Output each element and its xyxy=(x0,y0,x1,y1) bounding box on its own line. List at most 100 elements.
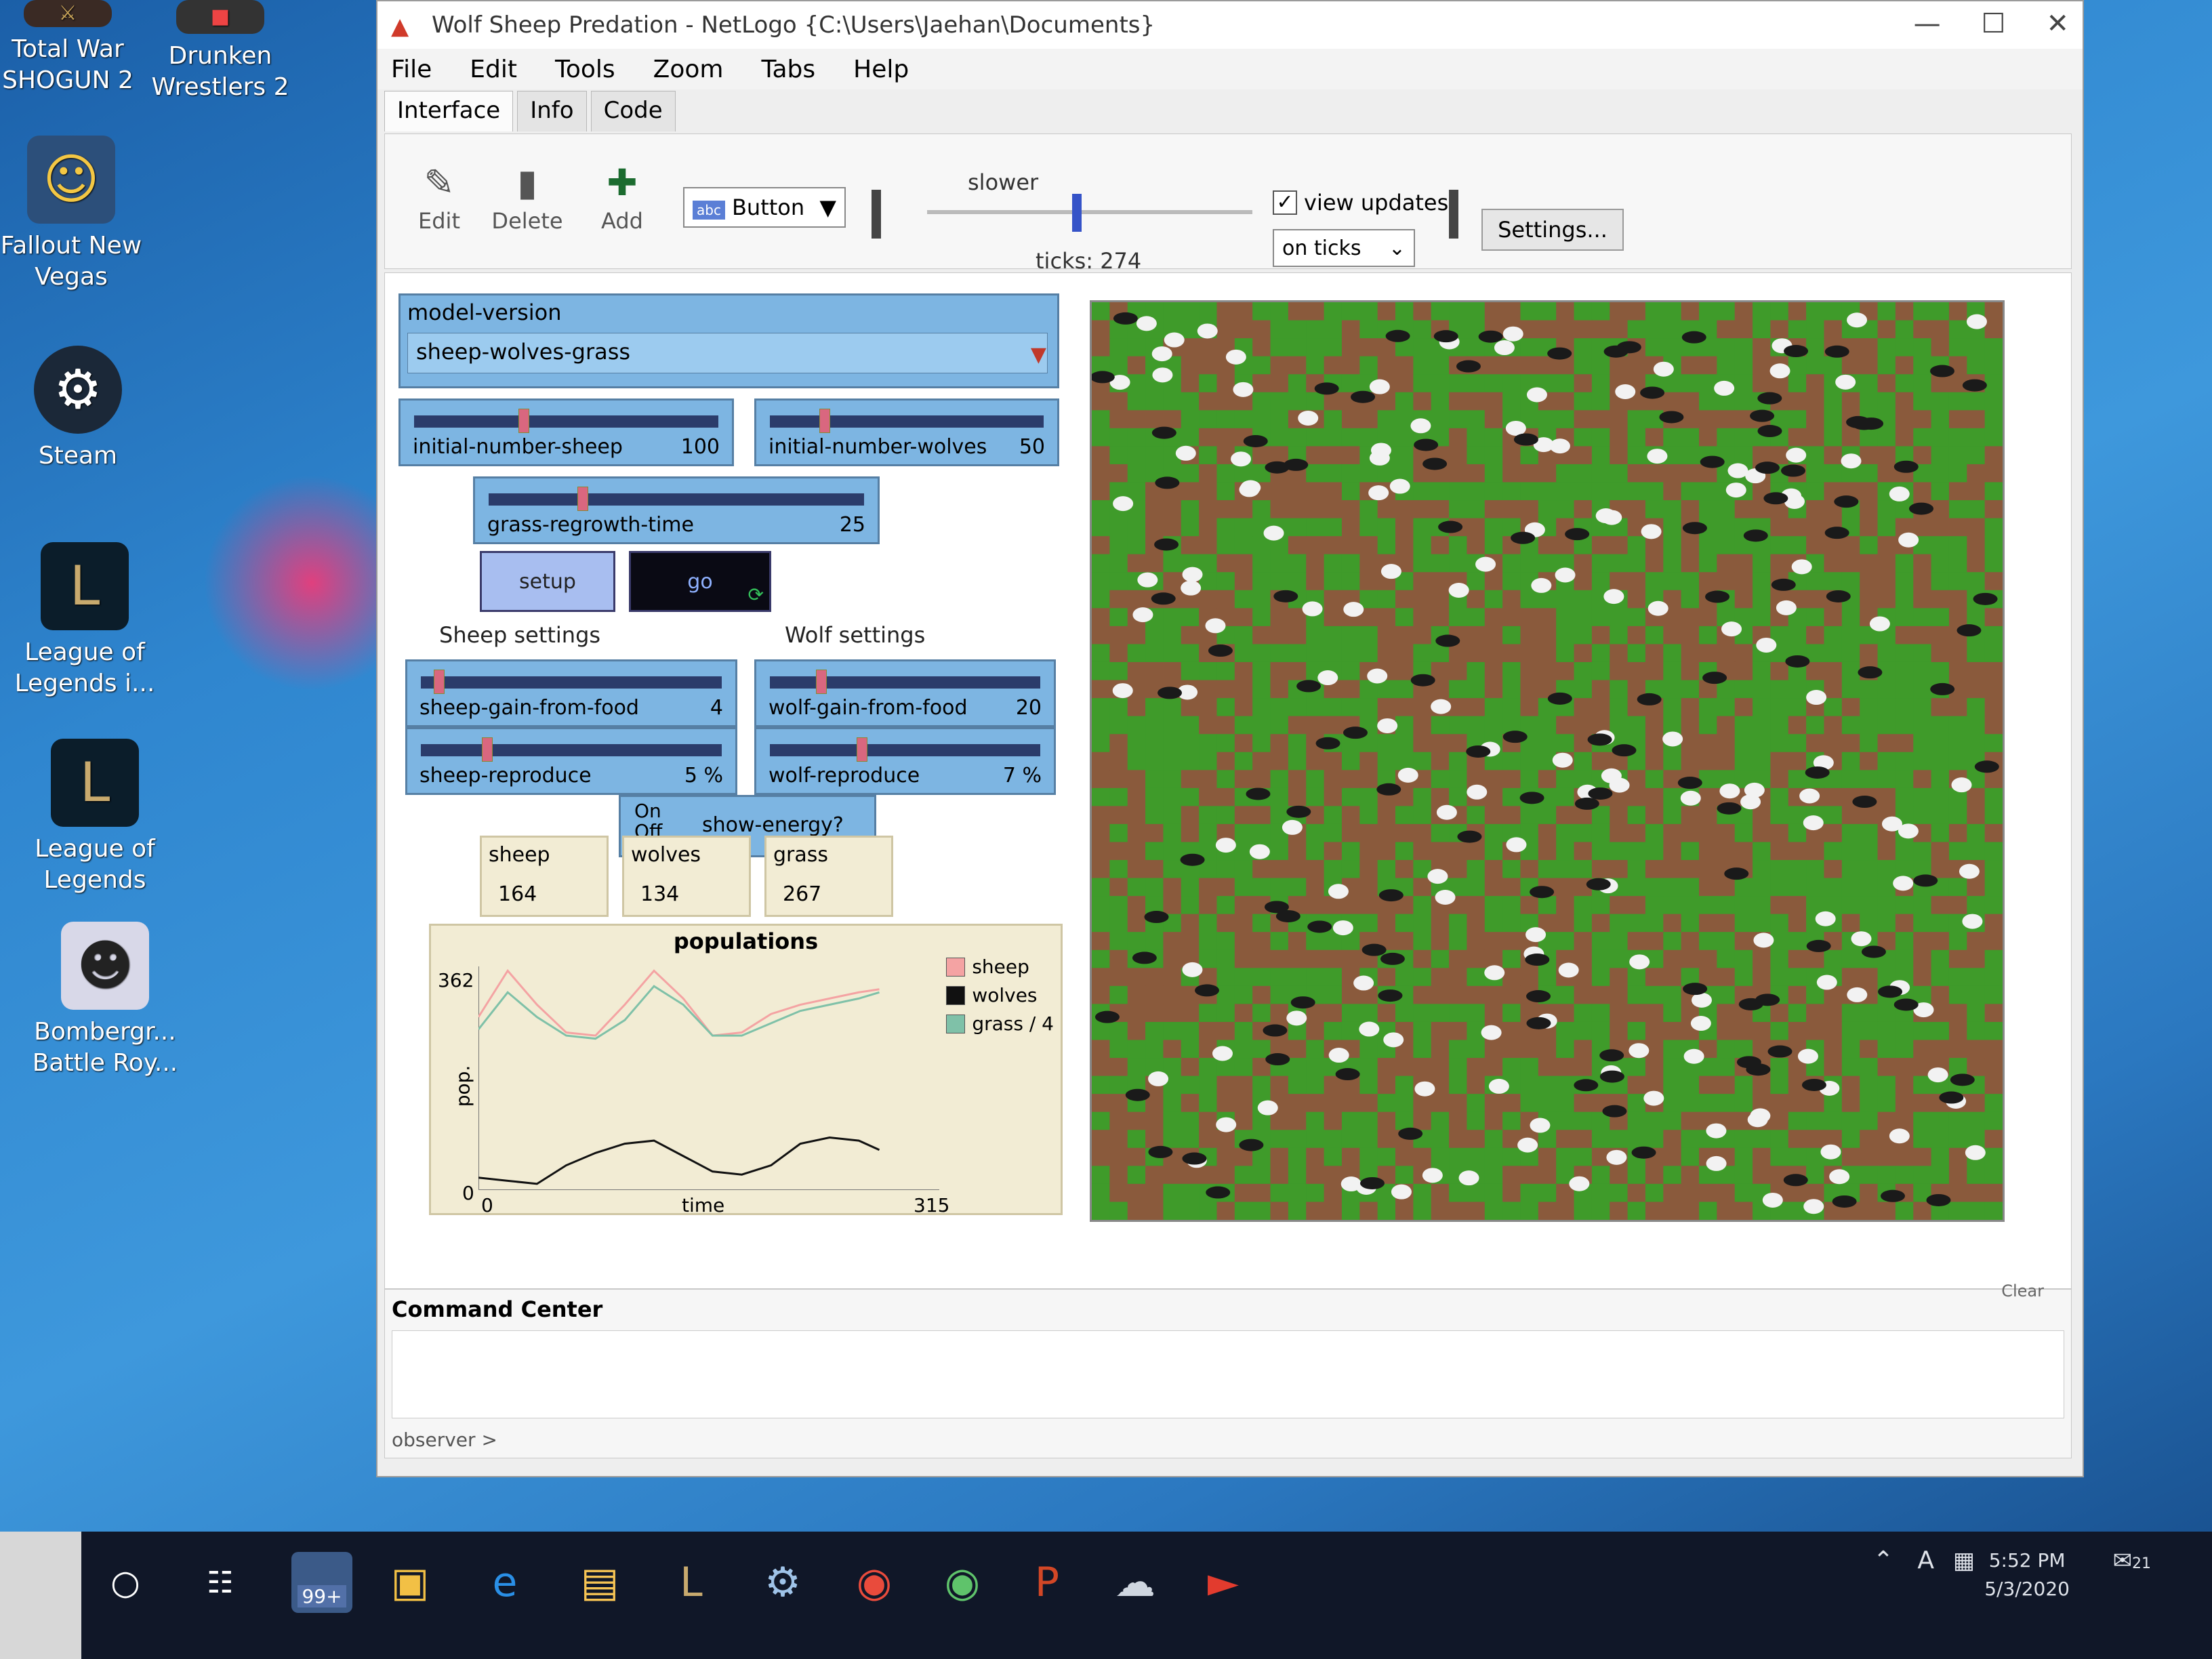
desktop-icon-steam[interactable]: ⚙ Steam xyxy=(0,346,166,472)
menu-tabs[interactable]: Tabs xyxy=(754,53,822,86)
ime-icon[interactable]: ▦ xyxy=(1953,1547,1975,1575)
sheep-agent xyxy=(1298,411,1319,426)
slider-thumb[interactable] xyxy=(518,409,529,433)
trash-icon: ▮ xyxy=(517,161,537,204)
legend-label: sheep xyxy=(972,956,1029,978)
slider-sheep-reproduce[interactable]: sheep-reproduce 5 % xyxy=(405,727,737,795)
notification-icon[interactable]: ✉21 xyxy=(2113,1547,2152,1578)
tray-overflow-icon[interactable]: ⌃ xyxy=(1873,1547,1893,1575)
minimize-icon[interactable]: — xyxy=(1914,8,1941,39)
tab-interface[interactable]: Interface xyxy=(384,91,514,131)
slider-thumb[interactable] xyxy=(481,737,493,762)
slider-track xyxy=(770,676,1040,689)
monitor-label: wolves xyxy=(631,843,701,867)
sheep-agent xyxy=(1475,556,1496,572)
maximize-icon[interactable]: ☐ xyxy=(1982,8,2006,39)
chrome-icon[interactable]: ◉ xyxy=(844,1552,905,1613)
slider-thumb[interactable] xyxy=(856,737,867,762)
delete-button[interactable]: ▮ Delete xyxy=(487,161,568,234)
wolf-agent xyxy=(1677,777,1702,790)
edge-icon[interactable]: e xyxy=(474,1552,535,1613)
clear-button[interactable]: Clear xyxy=(2001,1282,2044,1300)
menu-file[interactable]: File xyxy=(384,53,438,86)
world-view[interactable] xyxy=(1090,300,2005,1222)
widget-type-select[interactable]: abc Button ▼ xyxy=(683,187,846,228)
tray-language[interactable]: A xyxy=(1917,1547,1934,1575)
slider-name: wolf-gain-from-food xyxy=(769,696,968,720)
network-app-icon[interactable]: ☁ xyxy=(1105,1552,1166,1613)
tab-code[interactable]: Code xyxy=(590,91,676,131)
mail-badge: 99+ xyxy=(298,1584,346,1607)
league-icon: L xyxy=(41,542,129,630)
title-bar[interactable]: ▲ Wolf Sheep Predation - NetLogo {C:\Use… xyxy=(377,1,2083,49)
menu-help[interactable]: Help xyxy=(846,53,916,86)
slider-wolf-gain-from-food[interactable]: wolf-gain-from-food 20 xyxy=(754,659,1056,727)
wolf-agent xyxy=(1640,386,1665,399)
sheep-agent xyxy=(1205,618,1226,634)
speed-slider-track[interactable] xyxy=(927,210,1252,214)
view-updates-checkbox[interactable]: ✓ view updates xyxy=(1273,190,1448,216)
desktop-icon-league-installer[interactable]: L League of Legends i... xyxy=(0,542,173,699)
slider-grass-regrowth-time[interactable]: grass-regrowth-time 25 xyxy=(473,476,880,544)
search-icon[interactable]: ○ xyxy=(95,1552,156,1613)
toolbar-separator xyxy=(872,190,881,239)
netlogo-taskbar-icon[interactable]: ► xyxy=(1193,1552,1254,1613)
wolf-agent xyxy=(1858,666,1883,679)
slider-thumb[interactable] xyxy=(577,487,588,511)
menu-zoom[interactable]: Zoom xyxy=(647,53,731,86)
wolf-agent xyxy=(1574,797,1599,810)
start-button[interactable] xyxy=(0,1532,81,1659)
slider-thumb[interactable] xyxy=(433,670,445,694)
desktop-icon-league[interactable]: L League of Legends xyxy=(7,739,183,896)
tab-info[interactable]: Info xyxy=(517,91,587,131)
sheep-agent xyxy=(1629,1043,1650,1059)
sheep-agent xyxy=(1215,838,1236,853)
menu-edit[interactable]: Edit xyxy=(463,53,524,86)
wolf-agent xyxy=(1343,726,1368,739)
slider-initial-number-sheep[interactable]: initial-number-sheep 100 xyxy=(398,398,734,466)
desktop-icon-fallout[interactable]: ☺ Fallout New Vegas xyxy=(0,136,159,293)
wolf-agent xyxy=(1824,345,1849,358)
model-version-chooser[interactable]: model-version sheep-wolves-grass ▼ xyxy=(398,293,1059,388)
observer-prompt[interactable]: observer > xyxy=(392,1429,497,1451)
sheep-agent xyxy=(1725,483,1746,498)
slider-initial-number-wolves[interactable]: initial-number-wolves 50 xyxy=(754,398,1059,466)
settings-button[interactable]: Settings... xyxy=(1481,209,1624,251)
task-view-icon[interactable]: ☷ xyxy=(190,1552,251,1613)
sheep-agent xyxy=(1881,816,1902,832)
desktop-icon-bombergrounds[interactable]: ☻ Bombergr... Battle Roy... xyxy=(17,922,193,1079)
slider-sheep-gain-from-food[interactable]: sheep-gain-from-food 4 xyxy=(405,659,737,727)
slider-wolf-reproduce[interactable]: wolf-reproduce 7 % xyxy=(754,727,1056,795)
mail-icon[interactable]: 99+ xyxy=(291,1552,352,1613)
sheep-agent xyxy=(1391,1184,1412,1200)
world-canvas[interactable] xyxy=(1092,302,2003,1220)
update-mode-select[interactable]: on ticks ⌄ xyxy=(1273,229,1415,267)
add-button[interactable]: ✚ Add xyxy=(581,161,663,234)
league-taskbar-icon[interactable]: L xyxy=(661,1552,722,1613)
wolf-agent xyxy=(1466,745,1491,758)
sheep-agent xyxy=(1436,804,1457,820)
sheep-agent xyxy=(1706,1155,1727,1171)
clock[interactable]: 5:52 PM 5/3/2020 xyxy=(1984,1547,2070,1603)
edit-button[interactable]: ✎ Edit xyxy=(398,161,480,234)
go-button[interactable]: go ⟳ xyxy=(629,551,771,612)
slider-thumb[interactable] xyxy=(815,670,827,694)
sheep-agent xyxy=(1595,508,1616,524)
menu-tools[interactable]: Tools xyxy=(548,53,622,86)
slider-thumb[interactable] xyxy=(819,409,830,433)
close-icon[interactable]: ✕ xyxy=(2046,8,2069,39)
plot-axes xyxy=(478,966,939,1190)
store-icon[interactable]: ▣ xyxy=(380,1552,441,1613)
setup-button[interactable]: setup xyxy=(480,551,615,612)
file-explorer-icon[interactable]: ▤ xyxy=(569,1552,630,1613)
sheep-agent xyxy=(1380,564,1401,579)
chrome-profile-icon[interactable]: ◉ xyxy=(932,1552,993,1613)
steam-taskbar-icon[interactable]: ⚙ xyxy=(752,1552,813,1613)
sheep-agent xyxy=(1182,962,1203,977)
sheep-agent xyxy=(1282,819,1303,835)
desktop-icon-drunken-wrestlers[interactable]: ■ Drunken Wrestlers 2 xyxy=(132,0,308,103)
sheep-agent xyxy=(1353,975,1374,991)
update-mode-value: on ticks xyxy=(1282,236,1361,260)
powerpoint-icon[interactable]: P xyxy=(1017,1552,1078,1613)
speed-slider-thumb[interactable] xyxy=(1071,194,1082,232)
